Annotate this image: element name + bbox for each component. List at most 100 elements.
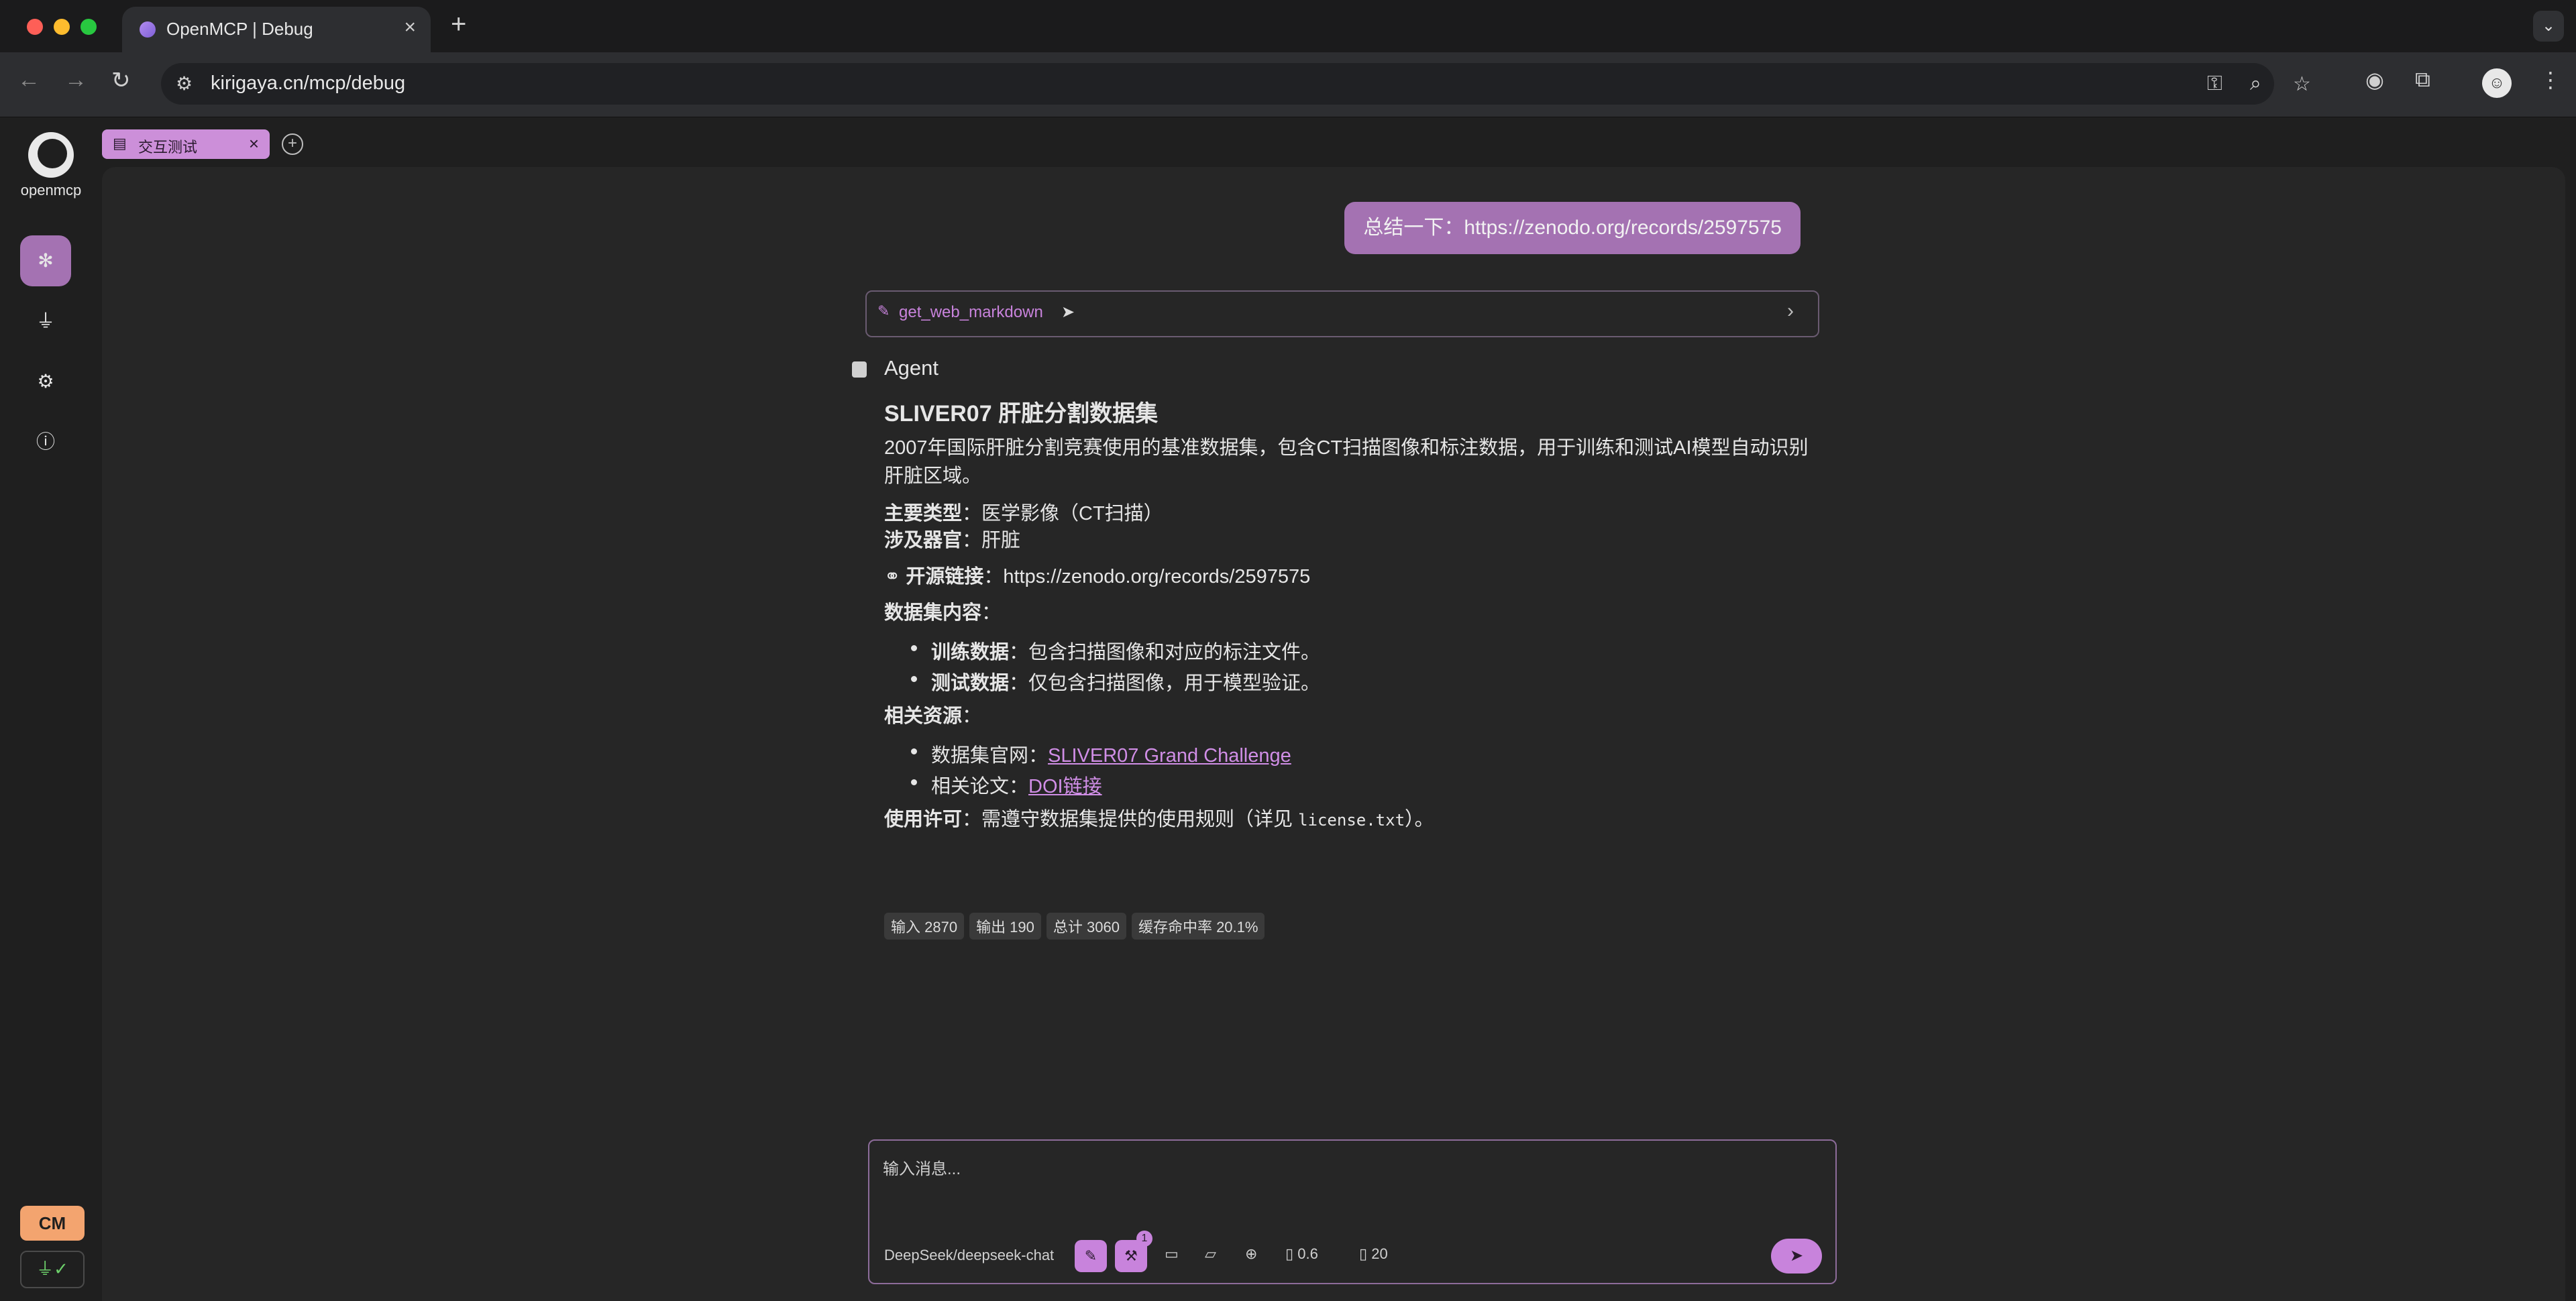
usage-output: 输出 190 <box>969 913 1041 940</box>
back-button[interactable]: ← <box>17 67 40 93</box>
url-text[interactable]: kirigaya.cn/mcp/debug <box>211 72 405 95</box>
sidebar-item-settings[interactable]: ⚙ <box>20 356 71 407</box>
thermometer-icon: ▯ <box>1285 1245 1298 1262</box>
agent-label: Agent <box>884 356 939 380</box>
message-input[interactable]: 输入消息... <box>883 1155 961 1179</box>
profile-avatar[interactable]: ☺ <box>2482 68 2512 98</box>
link-label: 开源链接 <box>906 566 984 587</box>
add-tab-button[interactable]: + <box>282 133 303 155</box>
usage-cache-hit: 缓存命中率 20.1% <box>1131 913 1265 940</box>
sidebar-item-connection[interactable]: ⏚ <box>20 296 71 347</box>
organ-value: ：肝脏 <box>962 530 1021 551</box>
plug-icon: ⏚ <box>36 310 55 331</box>
context-length-button[interactable]: ▯ 20 <box>1359 1245 1388 1263</box>
resource-button[interactable]: ▱ <box>1205 1245 1216 1263</box>
context-icon: ▯ <box>1359 1245 1372 1262</box>
browser-menu-icon[interactable]: ⋮ <box>2540 67 2561 93</box>
site-info-icon[interactable]: ⚙ <box>176 72 193 95</box>
link-value: ：https://zenodo.org/records/2597575 <box>983 566 1311 587</box>
sidebar-item-debug[interactable]: ✻ <box>20 235 71 286</box>
plug-connected-icon: ⏚✓ <box>36 1259 68 1279</box>
tab-interactive-test[interactable]: ▤ 交互测试 × <box>102 129 270 159</box>
tab-search-button[interactable]: ⌄ <box>2533 11 2564 42</box>
agent-avatar-icon <box>852 361 867 378</box>
test-label: 测试数据 <box>931 673 1010 694</box>
extension-avatar-icon[interactable]: ◉ <box>2365 67 2384 93</box>
info-icon: ⓘ <box>36 431 55 452</box>
link-line: ⚭ 开源链接：https://zenodo.org/records/259757… <box>884 563 1823 591</box>
bookmark-star-icon[interactable]: ☆ <box>2293 72 2311 96</box>
wrench-icon: ⚒ <box>1124 1247 1138 1264</box>
paper-label: 相关论文： <box>931 776 1029 797</box>
site-label: 数据集官网： <box>931 745 1049 767</box>
resources-label: 相关资源 <box>884 705 963 727</box>
send-icon: ➤ <box>1061 303 1075 321</box>
license-line: 使用许可：需遵守数据集提供的使用规则（详见 license.txt）。 <box>884 805 1823 834</box>
organ-label: 涉及器官 <box>884 530 963 551</box>
pen-icon: ✎ <box>1084 1247 1097 1264</box>
chevron-right-icon[interactable]: › <box>1787 300 1794 323</box>
minimize-window-button[interactable] <box>54 19 70 35</box>
paper-link[interactable]: DOI链接 <box>1028 776 1102 797</box>
extensions-puzzle-icon[interactable]: ⧉ <box>2415 67 2430 93</box>
usage-total: 总计 3060 <box>1046 913 1126 940</box>
tools-count-badge: 1 <box>1136 1231 1152 1247</box>
list-item: 测试数据：仅包含扫描图像，用于模型验证。 <box>910 667 1321 695</box>
license-file: license.txt <box>1298 811 1405 830</box>
send-button[interactable]: ➤ <box>1771 1239 1822 1274</box>
message-composer[interactable]: 输入消息... DeepSeek/deepseek-chat ✎ ⚒ 1 ▭ ▱… <box>868 1139 1837 1284</box>
bug-icon: ✻ <box>38 250 54 271</box>
contents-line: 数据集内容： <box>884 599 1823 627</box>
usage-input: 输入 2870 <box>884 913 965 940</box>
password-key-icon[interactable]: ⚿ <box>2207 72 2222 95</box>
usage-stats: 输入 2870 输出 190 总计 3060 缓存命中率 20.1% <box>884 913 1270 940</box>
test-value: ：仅包含扫描图像，用于模型验证。 <box>1009 673 1321 694</box>
license-label: 使用许可 <box>884 809 963 830</box>
resources-colon: ： <box>962 705 982 727</box>
connection-status[interactable]: ⏚✓ <box>20 1251 85 1288</box>
close-tab-icon[interactable]: × <box>249 133 259 154</box>
cm-badge[interactable]: CM <box>20 1206 85 1241</box>
wrench-icon: ✎ <box>877 302 890 319</box>
type-line: 主要类型：医学影像（CT扫描） <box>884 500 1823 528</box>
license-value: ：需遵守数据集提供的使用规则（详见 <box>962 809 1299 830</box>
train-value: ：包含扫描图像和对应的标注文件。 <box>1009 642 1321 663</box>
close-window-button[interactable] <box>27 19 43 35</box>
new-tab-button[interactable]: + <box>451 9 466 40</box>
type-value: ：医学影像（CT扫描） <box>962 503 1163 524</box>
sidebar-item-about[interactable]: ⓘ <box>20 416 71 467</box>
tools-button[interactable]: ⚒ 1 <box>1115 1231 1152 1272</box>
message-intro: 2007年国际肝脏分割竞赛使用的基准数据集，包含CT扫描图像和标注数据，用于训练… <box>884 437 1809 487</box>
temperature-button[interactable]: ▯ 0.6 <box>1285 1245 1318 1263</box>
system-prompt-button[interactable]: ▭ <box>1165 1245 1179 1263</box>
train-label: 训练数据 <box>931 642 1010 663</box>
globe-icon: ⊕ <box>1245 1245 1258 1262</box>
contents-colon: ： <box>981 602 1002 624</box>
site-link[interactable]: SLIVER07 Grand Challenge <box>1048 745 1291 767</box>
tool-call-card[interactable]: ✎ get_web_markdown ➤ › <box>865 290 1819 337</box>
tool-call-name: get_web_markdown <box>899 303 1043 321</box>
browser-tabstrip: OpenMCP | Debug × + ⌄ <box>0 0 2576 53</box>
list-item: 数据集官网：SLIVER07 Grand Challenge <box>911 740 1291 768</box>
app-root: openmcp ✻ ⏚ ⚙ ⓘ CM ⏚✓ ▤ 交互测试 × + 总结一下：ht… <box>0 117 2576 1301</box>
chat-tab-icon: ▤ <box>113 135 127 152</box>
reload-button[interactable]: ↻ <box>111 67 131 94</box>
close-tab-icon[interactable]: × <box>404 16 416 39</box>
message-heading: SLIVER07 肝脏分割数据集 <box>884 401 1159 427</box>
browser-tab[interactable]: OpenMCP | Debug × <box>122 7 431 52</box>
zoom-icon[interactable]: ⌕ <box>2250 72 2261 95</box>
address-bar[interactable]: ⚙ kirigaya.cn/mcp/debug ⚿ ⌕ ☆ <box>161 63 2311 105</box>
chat-panel: 总结一下：https://zenodo.org/records/2597575 … <box>102 167 2565 1301</box>
maximize-window-button[interactable] <box>80 19 97 35</box>
contents-label: 数据集内容 <box>884 602 982 624</box>
list-item: 相关论文：DOI链接 <box>911 771 1102 799</box>
chat-bubble-icon: ▭ <box>1165 1245 1179 1262</box>
model-selector[interactable]: DeepSeek/deepseek-chat <box>884 1247 1054 1264</box>
send-icon: ➤ <box>1789 1247 1804 1265</box>
browser-toolbar: ← → ↻ ⚙ kirigaya.cn/mcp/debug ⚿ ⌕ ☆ ◉ ⧉ … <box>0 52 2576 117</box>
app-tabbar: ▤ 交互测试 × + <box>102 117 2576 167</box>
browser-tab-title: OpenMCP | Debug <box>166 19 313 39</box>
forward-button[interactable]: → <box>64 67 87 93</box>
web-search-button[interactable]: ⊕ <box>1245 1245 1257 1263</box>
prompt-button[interactable]: ✎ <box>1075 1240 1107 1272</box>
